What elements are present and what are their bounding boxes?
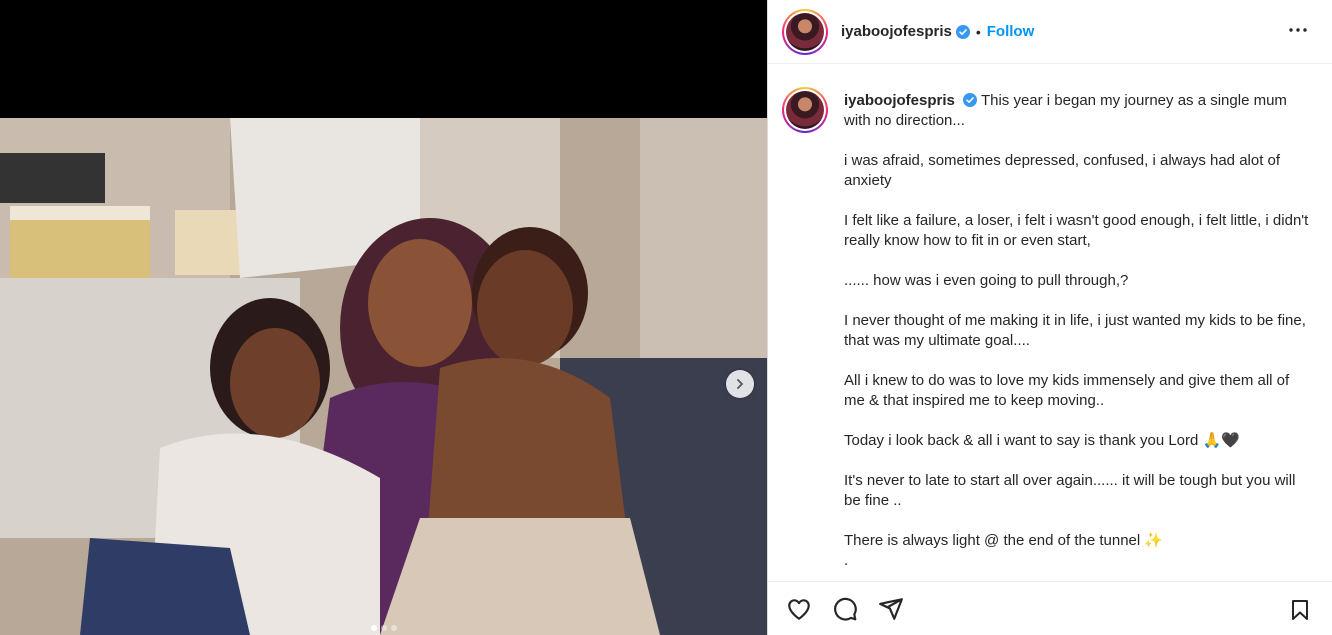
- caption-area: iyaboojofespris This year i began my jou…: [768, 65, 1332, 581]
- caption-paragraph: ...... how was i even going to pull thro…: [844, 272, 1129, 289]
- caption-row: iyaboojofespris This year i began my jou…: [768, 65, 1332, 571]
- save-button[interactable]: [1288, 598, 1312, 627]
- caption-avatar[interactable]: [782, 87, 828, 133]
- caption-text: iyaboojofespris This year i began my jou…: [844, 87, 1314, 571]
- caption-username[interactable]: iyaboojofespris: [844, 92, 955, 109]
- carousel-dot-active: [370, 625, 377, 631]
- share-button[interactable]: [878, 596, 904, 622]
- comment-button[interactable]: [832, 596, 858, 622]
- post-photo: [0, 118, 767, 635]
- chevron-right-icon: [737, 379, 743, 389]
- caption-paragraph: I felt like a failure, a loser, i felt i…: [844, 212, 1309, 249]
- caption-paragraph: i was afraid, sometimes depressed, confu…: [844, 152, 1281, 189]
- follow-button[interactable]: Follow: [987, 23, 1035, 40]
- post-side-panel: iyaboojofespris • Follow iyaboojofespris: [767, 0, 1332, 635]
- caption-paragraph: It's never to late to start all over aga…: [844, 472, 1296, 509]
- like-button[interactable]: [786, 596, 812, 622]
- caption-paragraph: All i knew to do was to love my kids imm…: [844, 372, 1290, 409]
- heart-icon: [788, 598, 810, 620]
- caption-paragraph: .: [844, 552, 849, 569]
- post-actions-bar: [768, 581, 1332, 635]
- carousel-dot: [380, 625, 387, 631]
- post-username[interactable]: iyaboojofespris: [841, 23, 952, 40]
- caption-paragraph: Today i look back & all i want to say is…: [844, 432, 1240, 449]
- verified-badge-icon: [963, 93, 978, 107]
- post-header: iyaboojofespris • Follow: [768, 0, 1332, 64]
- bookmark-icon: [1292, 600, 1308, 620]
- separator-dot: •: [975, 23, 981, 40]
- verified-badge-icon: [955, 24, 970, 39]
- caption-paragraph: I never thought of me making it in life,…: [844, 312, 1306, 349]
- post-media-pane: [0, 0, 767, 635]
- share-icon: [879, 597, 903, 620]
- carousel-next-button[interactable]: [726, 370, 754, 398]
- carousel-indicator: [0, 625, 767, 631]
- avatar[interactable]: [782, 8, 828, 55]
- caption-paragraph: There is always light @ the end of the t…: [844, 532, 1164, 549]
- more-options-icon[interactable]: [1288, 20, 1308, 40]
- comment-icon: [834, 597, 857, 621]
- carousel-dot: [390, 625, 397, 631]
